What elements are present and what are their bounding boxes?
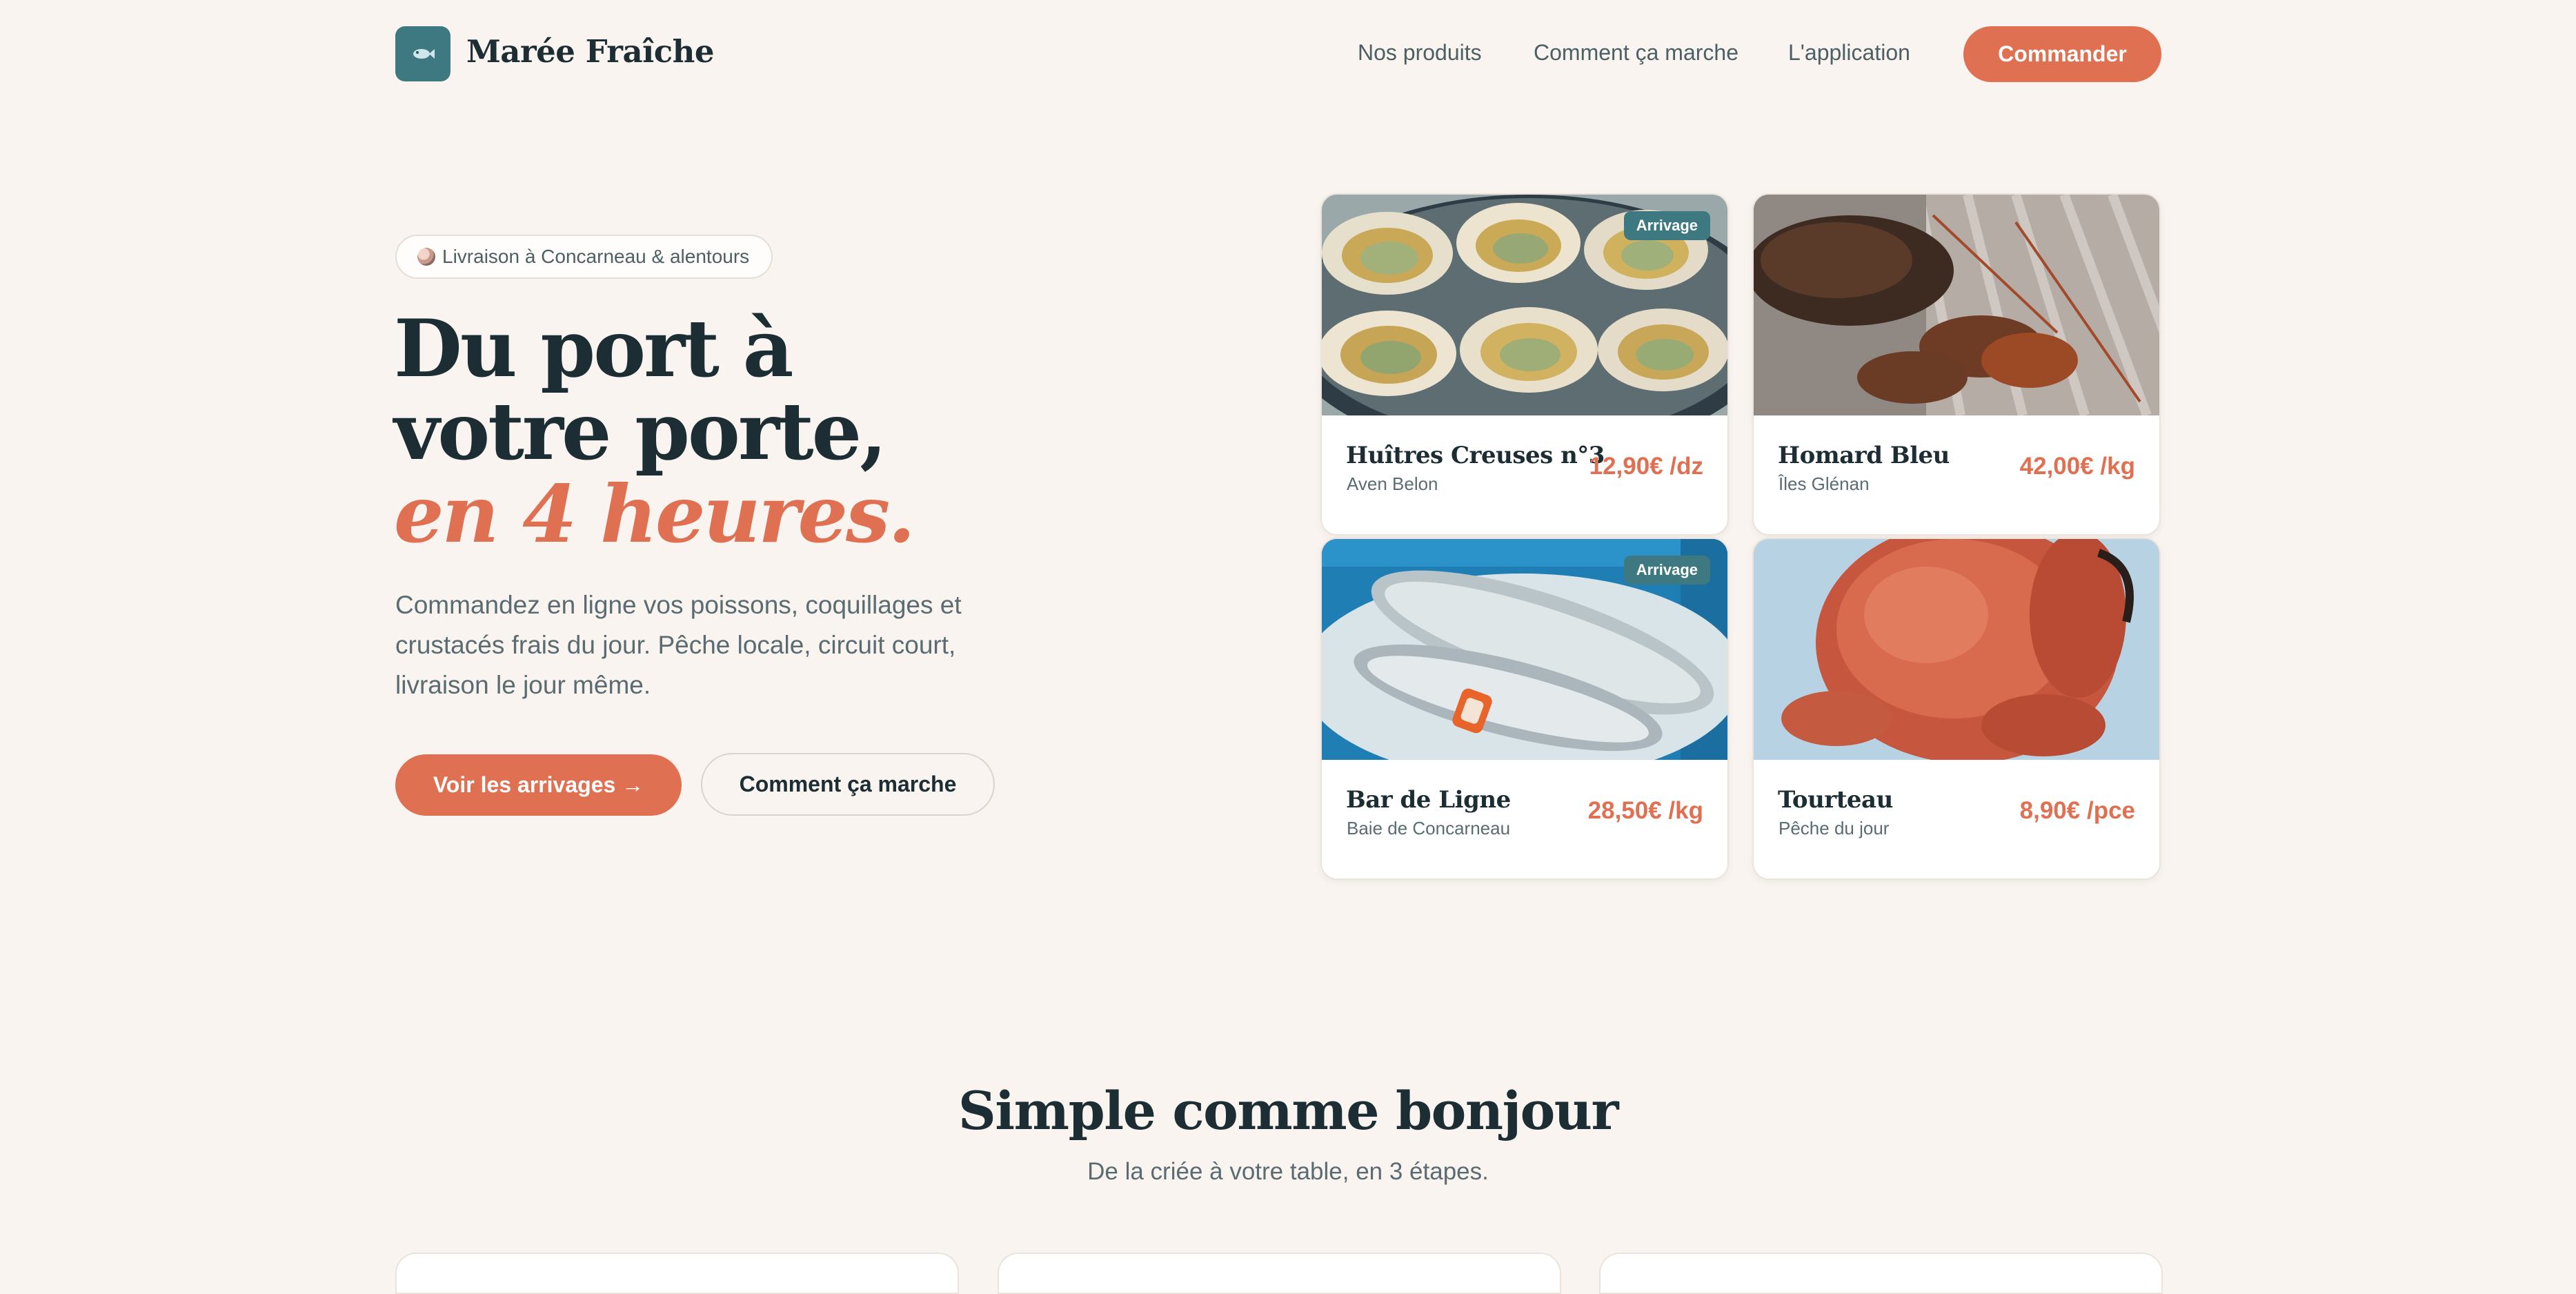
product-origin: Baie de Concarneau [1347,818,1511,839]
product-price: 28,50€ /kg [1587,797,1703,824]
product-card-oysters[interactable]: Arrivage Huîtres Creuses n°3 Aven Belon … [1320,193,1729,536]
hero-title-line2: votre porte, [394,385,887,478]
product-name: Huîtres Creuses n°3 [1346,442,1605,469]
how-it-works-title: Simple comme bonjour [958,1080,1619,1141]
nav-link-how-it-works[interactable]: Comment ça marche [1534,40,1738,66]
product-card-lobster[interactable]: Homard Bleu Îles Glénan 42,00€ /kg [1752,193,2161,536]
product-name: Bar de Ligne [1346,786,1511,814]
product-price: 42,00€ /kg [2019,453,2135,480]
shell-icon [417,248,435,266]
step-card [395,1253,959,1294]
arrival-badge: Arrivage [1623,556,1710,585]
delivery-pill-label: Livraison à Concarneau & alentours [442,246,750,267]
how-it-works-subtitle: De la criée à votre table, en 3 étapes. [1087,1158,1489,1185]
arrival-badge: Arrivage [1623,211,1710,240]
product-origin: Pêche du jour [1779,818,1890,839]
product-card-sea-bass[interactable]: Arrivage Bar de Ligne Baie de Concarneau… [1320,538,1729,880]
step-card [1599,1253,2163,1294]
delivery-pill: Livraison à Concarneau & alentours [395,235,773,279]
nav-link-app[interactable]: L'application [1788,40,1910,66]
fish-icon [413,49,435,59]
hero-title: Du port à votre porte, en 4 heures. [394,302,915,560]
product-card-crab[interactable]: Tourteau Pêche du jour 8,90€ /pce [1752,538,2161,880]
hero-title-accent: en 4 heures. [394,468,915,560]
logo-mark[interactable] [395,26,450,81]
crab-photo [1754,539,2159,760]
see-arrivals-button[interactable]: Voir les arrivages → [395,754,682,816]
product-origin: Aven Belon [1347,473,1438,494]
order-button[interactable]: Commander [1963,26,2161,82]
product-origin: Îles Glénan [1779,473,1870,494]
hero-title-line1: Du port à [394,302,793,395]
hero-lead: Commandez en ligne vos poissons, coquill… [395,591,962,699]
product-name: Homard Bleu [1778,442,1950,469]
site-header: Marée Fraîche Nos produits Comment ça ma… [0,0,2576,108]
product-price: 8,90€ /pce [2019,797,2135,824]
step-card [998,1253,1561,1294]
lobster-photo [1754,195,2159,415]
nav-link-products[interactable]: Nos produits [1358,40,1482,66]
product-price: 12,90€ /dz [1589,453,1703,480]
brand-name[interactable]: Marée Fraîche [466,33,714,70]
product-name: Tourteau [1778,786,1893,814]
how-it-works-button[interactable]: Comment ça marche [701,753,995,816]
